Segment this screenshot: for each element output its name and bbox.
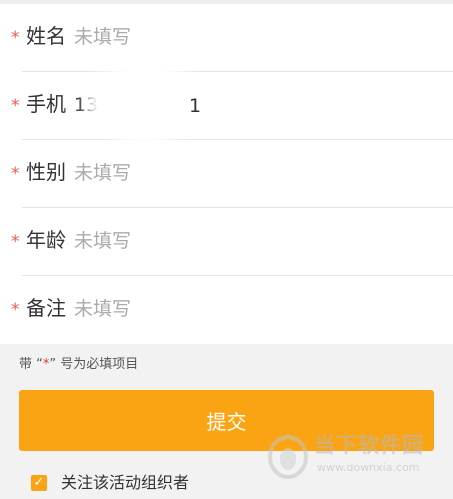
checkmark-icon: ✓ — [33, 475, 45, 490]
hint-suffix: ” 号为必填项目 — [49, 357, 139, 372]
field-name[interactable]: * 姓名 未填写 — [0, 4, 453, 72]
field-gender[interactable]: * 性别 未填写 — [0, 140, 453, 208]
field-phone[interactable]: * 手机 13 — [0, 72, 453, 140]
follow-label: 关注该活动组织者 — [61, 473, 190, 492]
field-value-age[interactable]: 未填写 — [74, 229, 131, 253]
submit-label: 提交 — [206, 410, 247, 434]
field-label-gender: 性别 — [26, 160, 66, 184]
follow-checkbox[interactable]: ✓ — [31, 475, 47, 491]
field-age[interactable]: * 年龄 未填写 — [0, 208, 453, 276]
hint-prefix: 带 “ — [19, 357, 43, 372]
required-mark: * — [11, 28, 20, 48]
required-mark: * — [11, 232, 20, 252]
field-label-remark: 备注 — [26, 296, 66, 320]
follow-organizer-toggle[interactable]: ✓ 关注该活动组织者 — [31, 473, 189, 493]
field-value-phone[interactable]: 13 — [74, 93, 98, 117]
phone-value-tail: 1 — [189, 95, 202, 117]
field-value-name[interactable]: 未填写 — [74, 25, 131, 49]
required-hint: 带 “*” 号为必填项目 — [19, 356, 138, 374]
field-label-age: 年龄 — [26, 228, 66, 252]
phone-privacy-blur — [96, 70, 194, 136]
required-mark: * — [11, 300, 20, 320]
required-mark: * — [11, 96, 20, 116]
watermark-url: www.downxia.com — [317, 461, 420, 474]
field-label-phone: 手机 — [26, 92, 66, 116]
submit-button[interactable]: 提交 — [19, 390, 434, 451]
field-value-remark[interactable]: 未填写 — [74, 297, 131, 321]
required-mark: * — [11, 164, 20, 184]
signup-form: * 姓名 未填写 * 手机 13 * 性别 未填写 * 年龄 未填写 * 备注 … — [0, 4, 453, 344]
field-value-gender[interactable]: 未填写 — [74, 161, 131, 185]
field-label-name: 姓名 — [26, 24, 66, 48]
field-remark[interactable]: * 备注 未填写 — [0, 276, 453, 344]
